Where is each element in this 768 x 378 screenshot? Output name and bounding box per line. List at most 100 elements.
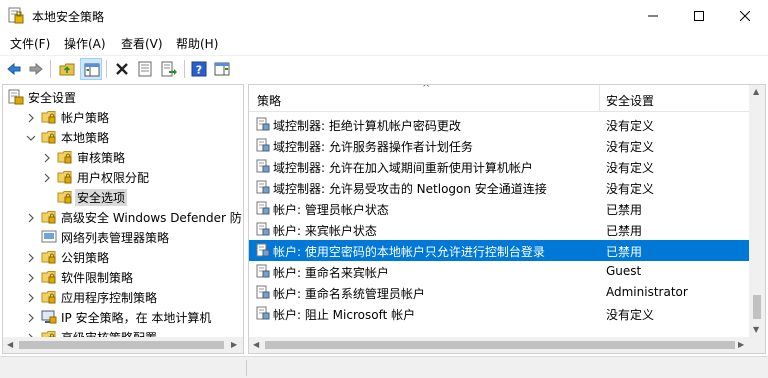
window-title: 本地安全策略 (32, 10, 105, 24)
tree-item[interactable]: 安全选项 (3, 187, 243, 207)
policy-row[interactable]: 帐户: 阻止 Microsoft 帐户 没有定义 (249, 303, 749, 324)
scroll-down-icon[interactable]: ▼ (753, 325, 759, 334)
maximize-button[interactable] (676, 0, 722, 32)
menu-help[interactable]: 帮助(H) (176, 35, 218, 52)
column-divider[interactable] (599, 85, 600, 112)
chevron-right-icon[interactable] (26, 312, 36, 323)
close-button[interactable] (722, 0, 768, 32)
status-divider (246, 360, 247, 376)
tree-item[interactable]: 应用程序控制策略 (3, 287, 243, 307)
console-tree-pane: 安全设置帐户策略本地策略审核策略用户权限分配安全选项高级安全 Windows D… (2, 84, 244, 354)
policy-setting: 已禁用 (606, 203, 643, 217)
export-list-button[interactable] (158, 58, 180, 80)
tree-scroll-thumb[interactable] (19, 341, 224, 349)
policy-row[interactable]: 帐户: 重命名系统管理员帐户 Administrator (249, 282, 749, 303)
menu-bar: 文件(F) 操作(A) 查看(V) 帮助(H) (0, 32, 768, 54)
policy-setting: 没有定义 (606, 182, 655, 196)
up-one-level-button[interactable] (56, 58, 78, 80)
tree-item-label: 本地策略 (61, 131, 110, 145)
policy-folder-icon (57, 169, 73, 185)
ip-security-icon (41, 309, 57, 325)
tree-item[interactable]: 审核策略 (3, 147, 243, 167)
security-policy-app-icon (8, 7, 24, 24)
policy-row[interactable]: 帐户: 使用空密码的本地帐户只允许进行控制台登录 已禁用 (249, 240, 749, 261)
tree-item[interactable]: IP 安全策略，在 本地计算机 (3, 307, 243, 327)
policy-icon (256, 264, 270, 278)
maximize-icon (694, 11, 704, 21)
toolbar: ? (0, 55, 768, 82)
tree-item-label: 帐户策略 (61, 111, 110, 125)
chevron-right-icon[interactable] (26, 112, 36, 123)
vertical-scrollbar[interactable]: ▲ ▼ (749, 85, 765, 337)
action-pane-icon (214, 62, 230, 76)
close-icon (740, 11, 750, 21)
policy-name: 帐户: 管理员帐户状态 (273, 203, 389, 217)
tree-item[interactable]: 用户权限分配 (3, 167, 243, 187)
chevron-right-icon[interactable] (42, 172, 52, 183)
delete-button[interactable] (111, 58, 133, 80)
menu-action[interactable]: 操作(A) (64, 35, 106, 52)
tree-item[interactable]: 软件限制策略 (3, 267, 243, 287)
chevron-right-icon[interactable] (42, 152, 52, 163)
scroll-right-icon[interactable]: ▶ (231, 340, 237, 349)
properties-button[interactable] (134, 58, 156, 80)
policy-setting: 没有定义 (606, 140, 655, 154)
policy-row[interactable]: 帐户: 重命名来宾帐户 Guest (249, 261, 749, 282)
title-bar: 本地安全策略 (0, 0, 768, 32)
chevron-right-icon[interactable] (26, 252, 36, 263)
help-button[interactable]: ? (188, 58, 210, 80)
chevron-right-icon[interactable] (26, 212, 36, 223)
tree-item[interactable]: 公钥策略 (3, 247, 243, 267)
forward-arrow-icon (29, 62, 43, 76)
forward-button[interactable] (25, 58, 47, 80)
tree-item-label: 用户权限分配 (77, 171, 150, 185)
policy-name: 帐户: 重命名系统管理员帐户 (273, 287, 425, 301)
tree-horizontal-scrollbar[interactable]: ◀ ▶ (3, 337, 243, 353)
horizontal-scroll-thumb[interactable] (265, 341, 735, 349)
policy-icon (256, 222, 270, 236)
chevron-right-icon[interactable] (26, 292, 36, 303)
vertical-scroll-thumb[interactable] (753, 295, 761, 319)
back-button[interactable] (3, 58, 25, 80)
show-action-pane-button[interactable] (211, 58, 233, 80)
policy-folder-icon (41, 249, 57, 265)
tree-item-label: 高级安全 Windows Defender 防 (61, 211, 242, 225)
scroll-up-icon[interactable]: ▲ (753, 87, 759, 96)
chevron-down-icon[interactable] (26, 132, 36, 142)
toolbar-separator (184, 60, 185, 78)
minimize-button[interactable] (630, 0, 676, 32)
policy-row[interactable]: 域控制器: 拒绝计算机帐户密码更改 没有定义 (249, 114, 749, 135)
show-hide-console-tree-button[interactable] (80, 58, 102, 80)
tree-item[interactable]: 本地策略 (3, 127, 243, 147)
menu-file[interactable]: 文件(F) (10, 35, 50, 52)
tree-item[interactable]: 高级安全 Windows Defender 防 (3, 207, 243, 227)
horizontal-scrollbar[interactable]: ◀ ▶ (249, 337, 749, 353)
menu-view[interactable]: 查看(V) (121, 35, 163, 52)
policy-icon (256, 285, 270, 299)
toolbar-separator (50, 60, 51, 78)
policy-setting: 没有定义 (606, 308, 655, 322)
tree-item[interactable]: 网络列表管理器策略 (3, 227, 243, 247)
column-header-policy[interactable]: 策略 (257, 92, 281, 109)
scroll-left-icon[interactable]: ◀ (7, 340, 13, 349)
column-header-setting[interactable]: 安全设置 (606, 92, 654, 109)
scroll-left-icon[interactable]: ◀ (253, 340, 259, 349)
help-icon: ? (191, 61, 207, 77)
policy-setting: 没有定义 (606, 161, 655, 175)
tree-item[interactable]: 帐户策略 (3, 107, 243, 127)
policy-folder-icon (41, 129, 57, 145)
policy-row[interactable]: 域控制器: 允许易受攻击的 Netlogon 安全通道连接 没有定义 (249, 177, 749, 198)
scroll-right-icon[interactable]: ▶ (738, 340, 744, 349)
policy-row[interactable]: 帐户: 管理员帐户状态 已禁用 (249, 198, 749, 219)
policy-icon (256, 159, 270, 173)
policy-row[interactable]: 域控制器: 允许服务器操作者计划任务 没有定义 (249, 135, 749, 156)
policy-row[interactable]: 域控制器: 允许在加入域期间重新使用计算机帐户 没有定义 (249, 156, 749, 177)
policy-row[interactable]: 帐户: 来宾帐户状态 已禁用 (249, 219, 749, 240)
policy-folder-icon (57, 149, 73, 165)
chevron-right-icon[interactable] (26, 272, 36, 283)
policy-name: 域控制器: 允许易受攻击的 Netlogon 安全通道连接 (273, 182, 547, 196)
policy-setting: 没有定义 (606, 119, 655, 133)
properties-icon (138, 61, 152, 77)
tree-item[interactable]: 安全设置 (3, 87, 243, 107)
status-bar (0, 356, 768, 378)
